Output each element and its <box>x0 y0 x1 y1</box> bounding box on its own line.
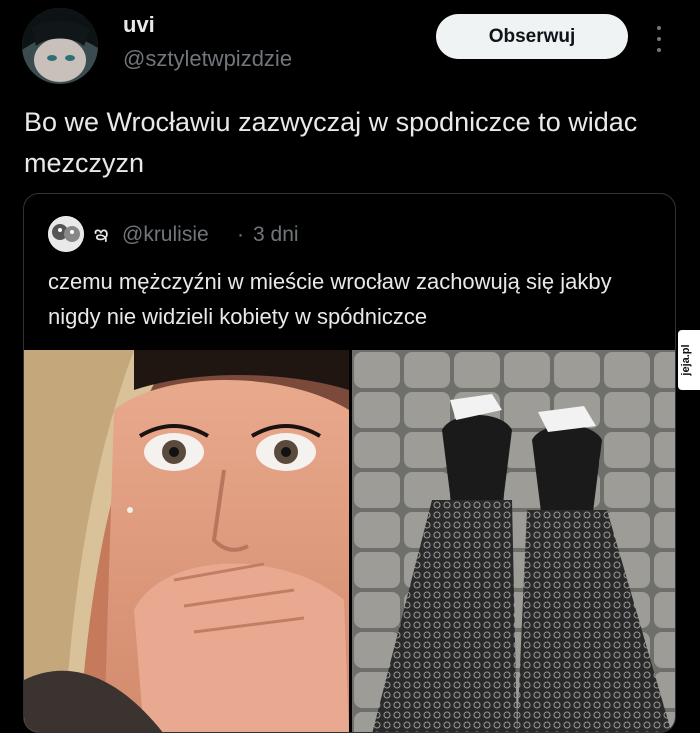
dot <box>657 48 661 52</box>
quoted-author-emoji: ఇ <box>94 222 109 245</box>
separator-dot: · <box>237 223 244 246</box>
quoted-author-avatar[interactable] <box>48 216 84 252</box>
media-photo-face[interactable] <box>24 350 349 732</box>
quoted-timestamp[interactable]: 3 dni <box>253 223 299 247</box>
tweet-text: Bo we Wrocławiu zazwyczaj w spodniczce t… <box>24 107 638 178</box>
svg-text:jeja.pl: jeja.pl <box>680 344 692 376</box>
author-name[interactable]: uvi <box>123 12 155 38</box>
watermark-logo: jeja.pl <box>678 330 700 390</box>
author-avatar[interactable] <box>22 8 98 84</box>
quoted-author-handle[interactable]: @krulisie <box>122 223 209 247</box>
dot <box>657 37 661 41</box>
more-options-icon[interactable] <box>652 26 666 52</box>
follow-button[interactable]: Obserwuj <box>436 14 628 59</box>
dot <box>657 26 661 30</box>
media-photo-legs[interactable] <box>352 350 675 732</box>
quoted-tweet-text: czemu mężczyźni w mieście wrocław zachow… <box>48 269 612 329</box>
quoted-tweet[interactable]: ఇ @krulisie · 3 dni czemu mężczyźni w mi… <box>23 193 676 733</box>
author-handle[interactable]: @sztyletwpizdzie <box>123 46 292 72</box>
